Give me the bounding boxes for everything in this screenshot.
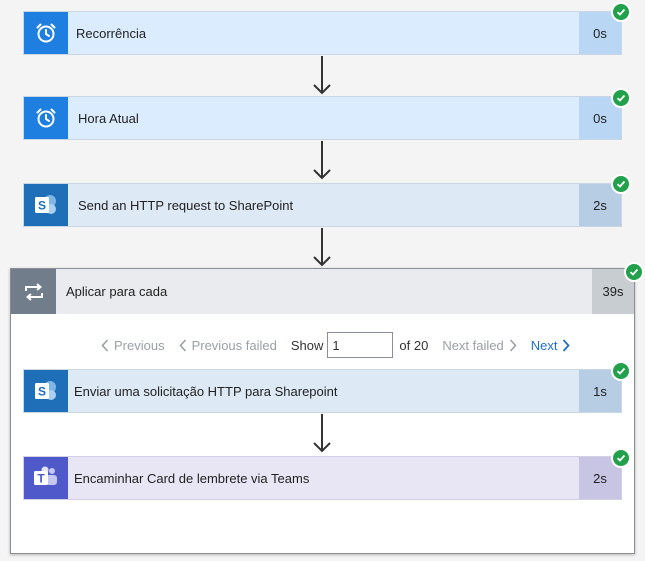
success-check-icon (611, 88, 631, 108)
step-send-http-sharepoint[interactable]: S Send an HTTP request to SharePoint 2s (23, 183, 622, 227)
next-button[interactable]: Next (531, 338, 571, 353)
iteration-pager: Previous Previous failed Show of 20 Next… (101, 331, 571, 359)
chevron-left-icon (178, 338, 186, 352)
svg-text:S: S (38, 199, 46, 213)
next-failed-button[interactable]: Next failed (442, 337, 517, 353)
previous-button[interactable]: Previous (101, 338, 165, 353)
step-title: Send an HTTP request to SharePoint (78, 197, 294, 213)
svg-text:S: S (38, 385, 46, 399)
svg-text:T: T (37, 472, 45, 486)
show-label: Show (290, 337, 324, 353)
step-enviar-solicitacao-http[interactable]: S Enviar uma solicitação HTTP para Share… (23, 369, 622, 413)
next-label: Next (530, 337, 558, 353)
iteration-input[interactable] (327, 332, 394, 358)
apply-to-each-header[interactable]: Aplicar para cada 39s (11, 269, 634, 314)
arrow-down-icon (313, 228, 331, 267)
step-encaminhar-card-teams[interactable]: T Encaminhar Card de lembrete via Teams … (23, 456, 622, 500)
step-title: Recorrência (76, 25, 147, 41)
step-title: Enviar uma solicitação HTTP para Sharepo… (74, 383, 338, 399)
sharepoint-icon: S (35, 381, 56, 400)
success-check-icon (611, 448, 631, 468)
success-check-icon (611, 174, 631, 194)
step-icon-box: S (24, 184, 68, 226)
success-check-icon (611, 2, 631, 22)
previous-failed-label: Previous failed (191, 337, 277, 353)
alarm-clock-icon (36, 108, 56, 128)
step-icon-box: S (24, 370, 68, 412)
alarm-clock-icon (36, 23, 56, 43)
next-failed-label: Next failed (442, 337, 504, 353)
step-icon-box: T (24, 457, 68, 499)
iteration-total: of 20 (399, 337, 429, 353)
step-icon-box (24, 12, 68, 54)
step-title: Hora Atual (78, 110, 139, 126)
previous-failed-button[interactable]: Previous failed (178, 337, 277, 353)
success-check-icon (611, 361, 631, 381)
step-hora-atual[interactable]: Hora Atual 0s (23, 96, 622, 140)
step-recorrencia[interactable]: Recorrência 0s (23, 11, 622, 55)
step-title: Encaminhar Card de lembrete via Teams (74, 470, 310, 486)
step-icon-box (24, 97, 68, 139)
loop-icon (24, 282, 43, 301)
apply-to-each-title: Aplicar para cada (66, 284, 168, 299)
chevron-right-icon (509, 338, 517, 352)
chevron-left-icon (101, 338, 109, 352)
sharepoint-icon: S (35, 195, 56, 214)
step-icon-box (11, 269, 56, 314)
success-check-icon (624, 262, 644, 282)
previous-label: Previous (114, 337, 165, 353)
chevron-right-icon (563, 338, 571, 352)
arrow-down-icon (313, 56, 331, 95)
arrow-down-icon (313, 414, 331, 453)
arrow-down-icon (313, 141, 331, 180)
teams-icon: T (34, 466, 57, 486)
